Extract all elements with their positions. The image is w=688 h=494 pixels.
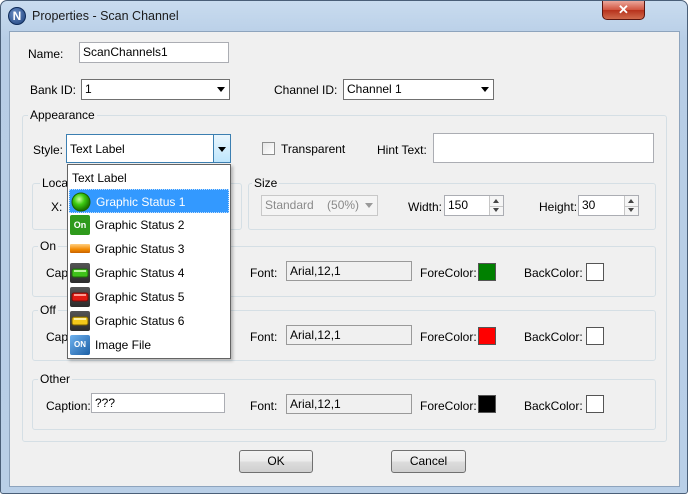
- style-dropdown-list: Text Label Graphic Status 1 On Graphic S…: [67, 164, 231, 359]
- width-updown[interactable]: [489, 196, 503, 215]
- spin-up-icon[interactable]: [493, 199, 499, 203]
- bank-id-label: Bank ID:: [30, 83, 77, 97]
- properties-dialog: N Properties - Scan Channel ✕ Name: Scan…: [0, 0, 688, 494]
- on-font-label: Font:: [250, 266, 278, 280]
- height-label: Height:: [539, 200, 578, 214]
- on-group-title: On: [38, 239, 59, 253]
- off-font-label: Font:: [250, 330, 278, 344]
- other-font-label: Font:: [250, 399, 278, 413]
- dropdown-item-label: Graphic Status 5: [95, 290, 185, 304]
- height-updown[interactable]: [624, 196, 638, 215]
- dropdown-item-label: Graphic Status 1: [96, 195, 186, 209]
- height-spinner[interactable]: 30: [578, 195, 639, 216]
- dropdown-item-image-file[interactable]: ON Image File: [69, 333, 229, 357]
- other-caption-label: Caption:: [46, 399, 91, 413]
- dropdown-item-graphic-status-4[interactable]: Graphic Status 4: [69, 261, 229, 285]
- transparent-checkbox[interactable]: [262, 142, 275, 155]
- style-select[interactable]: Text Label: [66, 134, 231, 163]
- dropdown-item-text-label[interactable]: Text Label: [69, 166, 229, 190]
- spin-down-icon[interactable]: [628, 208, 634, 212]
- style-label: Style:: [33, 143, 64, 157]
- other-backcolor-label: BackColor:: [524, 399, 583, 413]
- on-backcolor-label: BackColor:: [524, 266, 583, 280]
- spin-up-icon[interactable]: [628, 199, 634, 203]
- bank-id-value: 1: [85, 82, 92, 96]
- channel-id-select[interactable]: Channel 1: [343, 79, 494, 100]
- off-font-value[interactable]: Arial,12,1: [286, 325, 412, 345]
- spin-down-icon[interactable]: [493, 208, 499, 212]
- name-label: Name:: [28, 47, 64, 61]
- width-label: Width:: [408, 200, 443, 214]
- dropdown-item-graphic-status-3[interactable]: Graphic Status 3: [69, 237, 229, 261]
- width-value: 150: [448, 198, 469, 212]
- channel-id-label: Channel ID:: [274, 83, 338, 97]
- chevron-down-icon: [218, 147, 226, 152]
- other-backcolor-swatch[interactable]: [586, 395, 604, 413]
- width-spinner[interactable]: 150: [444, 195, 504, 216]
- green-light-icon: [70, 263, 90, 283]
- green-circle-icon: [71, 192, 91, 212]
- orange-bar-icon: [70, 244, 90, 253]
- chevron-down-icon: [217, 87, 225, 92]
- image-file-icon: ON: [70, 335, 90, 355]
- off-backcolor-swatch[interactable]: [586, 327, 604, 345]
- size-group-title: Size: [252, 176, 280, 190]
- red-light-icon: [70, 287, 90, 307]
- other-font-value[interactable]: Arial,12,1: [286, 394, 412, 414]
- off-forecolor-label: ForeColor:: [420, 330, 477, 344]
- other-group-title: Other: [38, 372, 73, 386]
- other-caption-input[interactable]: ???: [91, 393, 225, 413]
- chevron-down-icon: [365, 203, 373, 208]
- dropdown-item-graphic-status-6[interactable]: Graphic Status 6: [69, 309, 229, 333]
- dropdown-item-label: Graphic Status 3: [95, 242, 185, 256]
- dropdown-item-label: Graphic Status 6: [95, 314, 185, 328]
- location-group-title: Loca: [40, 176, 71, 190]
- yellow-light-icon: [70, 311, 90, 331]
- dropdown-item-label: Text Label: [72, 171, 127, 185]
- close-button[interactable]: ✕: [602, 1, 645, 20]
- appearance-group-title: Appearance: [28, 108, 97, 122]
- channel-id-value: Channel 1: [347, 82, 402, 96]
- chevron-down-icon: [481, 87, 489, 92]
- name-input[interactable]: ScanChannels1: [79, 42, 229, 63]
- other-forecolor-label: ForeColor:: [420, 399, 477, 413]
- hint-text-input[interactable]: [433, 133, 654, 163]
- window-title: Properties - Scan Channel: [32, 9, 179, 23]
- title-bar[interactable]: N Properties - Scan Channel ✕: [1, 1, 687, 31]
- dropdown-item-graphic-status-1[interactable]: Graphic Status 1: [69, 189, 229, 213]
- dialog-client-area: Name: ScanChannels1 Bank ID: 1 Channel I…: [9, 31, 680, 487]
- style-value: Text Label: [70, 142, 125, 156]
- dropdown-item-graphic-status-5[interactable]: Graphic Status 5: [69, 285, 229, 309]
- transparent-label: Transparent: [281, 142, 346, 156]
- app-logo-icon: N: [8, 7, 26, 25]
- dropdown-item-graphic-status-2[interactable]: On Graphic Status 2: [69, 213, 229, 237]
- bank-id-select[interactable]: 1: [81, 79, 230, 100]
- off-group-title: Off: [38, 303, 58, 317]
- size-preset-select[interactable]: Standard (50%): [261, 195, 378, 216]
- on-forecolor-swatch[interactable]: [478, 263, 496, 281]
- cancel-button[interactable]: Cancel: [391, 450, 466, 473]
- on-backcolor-swatch[interactable]: [586, 263, 604, 281]
- hint-text-label: Hint Text:: [377, 143, 427, 157]
- location-x-label: X:: [51, 200, 63, 214]
- dropdown-item-label: Image File: [95, 338, 152, 352]
- height-value: 30: [582, 198, 596, 212]
- on-font-value[interactable]: Arial,12,1: [286, 261, 412, 281]
- dropdown-item-label: Graphic Status 2: [95, 218, 185, 232]
- other-forecolor-swatch[interactable]: [478, 395, 496, 413]
- on-forecolor-label: ForeColor:: [420, 266, 477, 280]
- dropdown-item-label: Graphic Status 4: [95, 266, 185, 280]
- off-backcolor-label: BackColor:: [524, 330, 583, 344]
- on-badge-icon: On: [70, 215, 90, 235]
- off-forecolor-swatch[interactable]: [478, 327, 496, 345]
- ok-button[interactable]: OK: [239, 450, 313, 473]
- size-preset-value: Standard (50%): [265, 198, 360, 212]
